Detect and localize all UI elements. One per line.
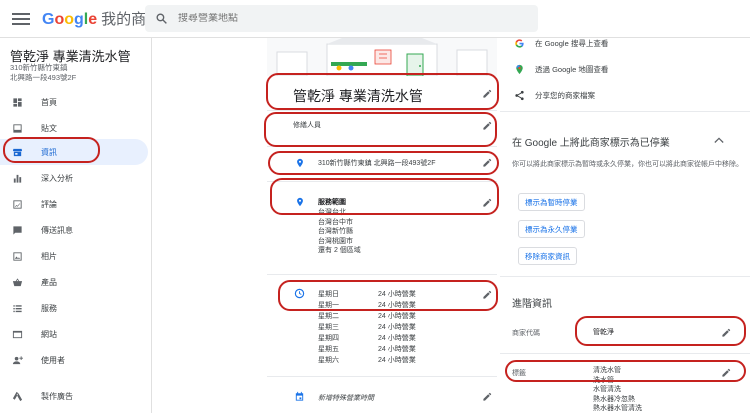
sidebar-item-website[interactable]: 網站 [0, 321, 148, 347]
link-label: 在 Google 搜尋上查看 [535, 39, 609, 48]
hours-day: 星期五 [318, 346, 339, 353]
sidebar-item-photos[interactable]: 相片 [0, 243, 148, 269]
search-input[interactable] [178, 13, 478, 24]
link-label: 透過 Google 地圖查看 [535, 65, 609, 74]
divider [500, 111, 750, 112]
sidebar-item-label: 網站 [41, 329, 57, 339]
view-on-search-link[interactable]: 在 Google 搜尋上查看 [514, 38, 608, 49]
bar-chart-icon [13, 174, 22, 183]
sidebar-item-reviews[interactable]: 評論 [0, 191, 148, 217]
annotation-highlight [270, 178, 499, 215]
service-area-list: 台灣台北 台灣台中市 台灣新竹縣 台灣桃園市 還有 2 個區域 [318, 208, 361, 256]
menu-icon[interactable] [12, 12, 30, 25]
advanced-info-title: 進階資訊 [512, 299, 552, 310]
annotation-highlight [505, 360, 746, 382]
sidebar-item-label: 使用者 [41, 355, 65, 365]
divider [267, 274, 497, 275]
chevron-up-icon[interactable] [714, 136, 724, 144]
google-g-icon [515, 39, 524, 48]
sidebar-item-label: 首頁 [41, 97, 57, 107]
sidebar-item-label: 製作廣告 [41, 391, 73, 401]
link-label: 分享您的商家檔案 [535, 91, 595, 100]
sidebar-item-label: 傳送訊息 [41, 225, 73, 235]
service-area-item: 台灣台中市 [318, 218, 353, 226]
sidebar-item-products[interactable]: 產品 [0, 269, 148, 295]
post-icon [13, 123, 22, 133]
annotation-highlight [278, 280, 498, 311]
label-item: 水管清洗 [593, 386, 621, 394]
storefront-illustration [267, 38, 497, 76]
app-logo[interactable]: Google 我的商家 [42, 8, 161, 29]
web-icon [12, 330, 23, 338]
sidebar-item-insights[interactable]: 深入分析 [0, 165, 148, 191]
divider [267, 110, 497, 111]
hours-time: 24 小時營業 [378, 324, 416, 331]
hours-day: 星期四 [318, 335, 339, 342]
hours-day: 星期六 [318, 357, 339, 364]
hours-time: 24 小時營業 [378, 346, 416, 353]
annotation-highlight [268, 151, 499, 175]
annotation-highlight [3, 137, 100, 163]
ads-icon [12, 391, 23, 401]
sidebar-item-label: 深入分析 [41, 173, 73, 183]
mark-perm-closed-button[interactable]: 標示為永久停業 [518, 220, 585, 238]
annotation-highlight [266, 73, 499, 110]
sidebar-item-label: 服務 [41, 303, 57, 313]
mark-closed-description: 你可以將此商家標示為暫時或永久停業，你也可以將此商家從帳戶中移除。 [512, 161, 743, 168]
remove-listing-button[interactable]: 移除商家資訊 [518, 247, 577, 265]
label-item: 熱水器冷忽熱 [593, 395, 635, 403]
annotation-highlight [575, 316, 746, 346]
home-grid-icon [13, 97, 22, 107]
annotation-highlight [264, 112, 497, 147]
store-code-label: 商家代碼 [512, 330, 540, 337]
maps-pin-icon [516, 64, 523, 75]
photo-icon [13, 251, 22, 261]
service-area-item: 台灣桃園市 [318, 237, 353, 245]
hours-time: 24 小時營業 [378, 335, 416, 342]
address-line-1: 310新竹縣竹東鎮 [10, 63, 68, 72]
review-icon [13, 199, 22, 209]
sidebar-item-ads[interactable]: 製作廣告 [0, 383, 148, 409]
divider [267, 376, 497, 377]
mark-closed-title: 在 Google 上將此商家標示為已停業 [512, 138, 670, 149]
share-icon [515, 90, 524, 101]
sidebar-item-label: 貼文 [41, 123, 57, 133]
message-icon [13, 225, 22, 235]
sidebar-item-messages[interactable]: 傳送訊息 [0, 217, 148, 243]
divider [500, 276, 750, 277]
hours-day: 星期三 [318, 324, 339, 331]
calendar-icon [295, 391, 304, 401]
hours-time: 24 小時營業 [378, 313, 416, 320]
hours-time: 24 小時營業 [378, 357, 416, 364]
hours-day: 星期二 [318, 313, 339, 320]
service-area-item: 還有 2 個區域 [318, 247, 361, 255]
sidebar-item-users[interactable]: 使用者 [0, 347, 148, 373]
special-hours-label: 新增特殊營業時間 [318, 395, 374, 402]
sidebar-item-home[interactable]: 首頁 [0, 89, 148, 115]
sidebar: 管乾淨 專業清洗水管 310新竹縣竹東鎮 北興路一段493號2F 首頁 貼文 資… [0, 38, 152, 413]
divider [500, 353, 750, 354]
sidebar-item-services[interactable]: 服務 [0, 295, 148, 321]
right-panel: 在 Google 搜尋上查看 透過 Google 地圖查看 分享您的商家檔案 在… [500, 38, 750, 413]
search-icon [156, 13, 167, 24]
list-icon [13, 304, 22, 312]
top-app-bar: Google 我的商家 [0, 0, 750, 38]
google-logo: Google [42, 11, 98, 28]
view-on-maps-link[interactable]: 透過 Google 地圖查看 [514, 64, 608, 75]
sidebar-item-label: 產品 [41, 277, 57, 287]
share-profile-link[interactable]: 分享您的商家檔案 [514, 90, 595, 101]
special-hours-field[interactable]: 新增特殊營業時間 [267, 390, 497, 404]
address-line-2: 北興路一段493號2F [10, 73, 77, 82]
service-area-item: 台灣新竹縣 [318, 228, 353, 236]
search-bar[interactable] [145, 5, 538, 32]
business-address: 310新竹縣竹東鎮 北興路一段493號2F [10, 63, 76, 83]
add-person-icon [12, 355, 23, 364]
sidebar-item-label: 評論 [41, 199, 57, 209]
edit-pencil-icon[interactable] [482, 391, 493, 402]
sidebar-item-label: 相片 [41, 251, 57, 261]
mark-temp-closed-button[interactable]: 標示為暫時停業 [518, 193, 585, 211]
basket-icon [12, 277, 23, 286]
